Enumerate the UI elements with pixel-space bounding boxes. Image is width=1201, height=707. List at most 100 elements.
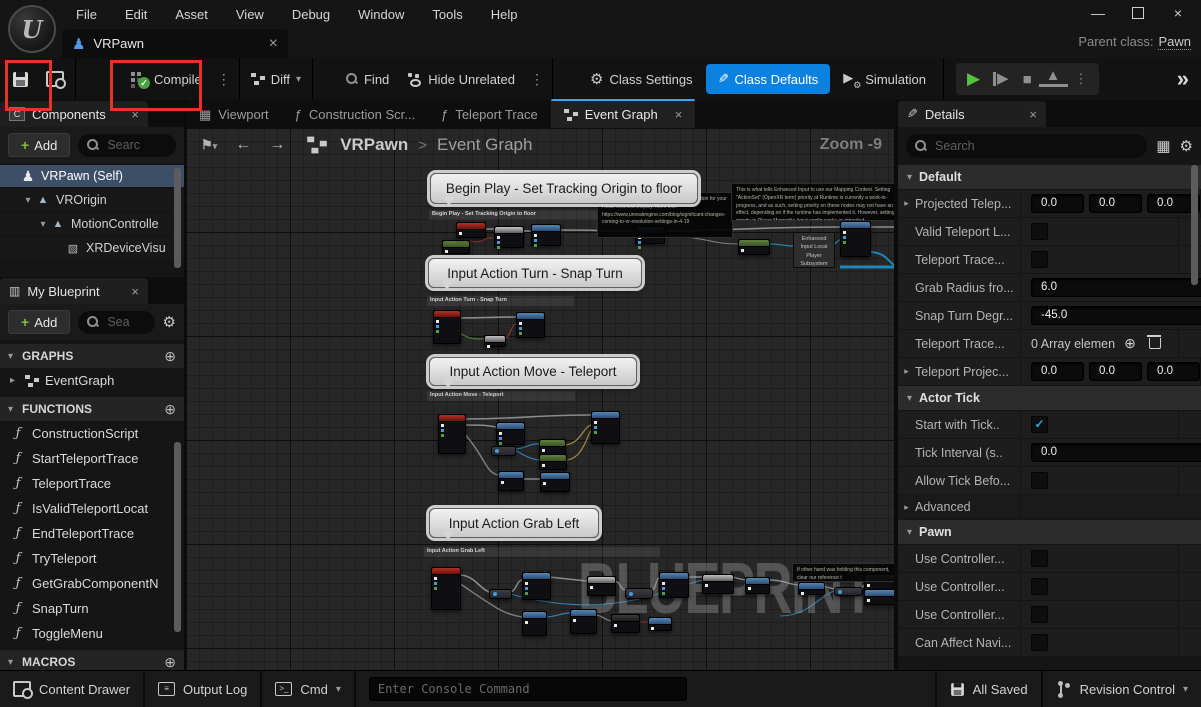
simulation-button[interactable]: Simulation [834, 58, 935, 100]
expand-caret-icon[interactable]: ▸ [898, 502, 915, 513]
add-new-icon[interactable]: ⊕ [164, 654, 176, 671]
property-checkbox[interactable] [1031, 606, 1048, 623]
graph-node[interactable] [625, 588, 653, 599]
details-tab[interactable]: ✎ Details × [898, 101, 1046, 127]
vector-value-input[interactable]: 0.0 [1147, 362, 1200, 381]
components-search[interactable] [78, 134, 176, 157]
components-close-icon[interactable]: × [131, 107, 139, 122]
property-checkbox[interactable]: ✓ [1031, 416, 1048, 433]
tree-row-motioncontrolle[interactable]: ▾▲MotionControlle [0, 213, 184, 235]
details-settings-icon[interactable]: ⚙ [1180, 137, 1193, 155]
menu-window[interactable]: Window [346, 3, 416, 26]
graph-node[interactable] [433, 310, 461, 344]
section-caret-icon[interactable]: ▾ [907, 172, 912, 183]
graph-node[interactable] [484, 335, 506, 347]
property-value-input[interactable]: -45.0 [1031, 306, 1201, 325]
graph-node[interactable] [489, 589, 512, 599]
section-caret-icon[interactable]: ▾ [8, 404, 22, 415]
vector-value-input[interactable]: 0.0 [1031, 362, 1084, 381]
expand-caret-icon[interactable]: ▾ [36, 219, 50, 230]
graph-node[interactable] [494, 226, 524, 248]
stop-button[interactable]: ■ [1016, 71, 1039, 88]
graph-node[interactable] [442, 240, 470, 254]
comment-bubble[interactable]: Input Action Turn - Snap Turn [428, 258, 642, 288]
bp-item-getgrabcomponentn[interactable]: ƒGetGrabComponentN [0, 571, 184, 596]
find-button[interactable]: Find [337, 58, 398, 100]
details-search-input[interactable] [933, 138, 1138, 154]
graph-node[interactable] [570, 609, 597, 634]
graph-node[interactable] [798, 582, 825, 595]
bp-section-graphs[interactable]: ▾GRAPHS⊕ [0, 344, 184, 368]
comment-bubble[interactable]: Begin Play - Set Tracking Origin to floo… [430, 173, 698, 204]
bp-item-teleporttrace[interactable]: ƒTeleportTrace [0, 471, 184, 496]
property-checkbox[interactable] [1031, 251, 1048, 268]
property-value-input[interactable]: 0.0 [1031, 443, 1201, 462]
comment-header-strip[interactable]: Begin Play - Set Tracking Origin to floo… [429, 210, 623, 220]
comment-header-strip[interactable]: Input Action Grab Left [424, 547, 660, 557]
graph-node[interactable] [702, 574, 734, 594]
graph-node[interactable] [438, 414, 466, 454]
graph-tab-viewport[interactable]: ▦Viewport [186, 101, 282, 128]
comment-header-strip[interactable]: Input Action Turn - Snap Turn [427, 296, 574, 306]
my-blueprint-tab[interactable]: ▥ My Blueprint × [0, 278, 148, 304]
vector-value-input[interactable]: 0.0 [1089, 194, 1142, 213]
graph-node[interactable] [648, 617, 672, 631]
menu-asset[interactable]: Asset [163, 3, 220, 26]
graph-node[interactable] [456, 222, 486, 238]
back-arrow-icon[interactable]: ← [228, 136, 258, 154]
section-caret-icon[interactable]: ▾ [8, 351, 22, 362]
details-scrollbar[interactable] [1191, 165, 1198, 285]
menu-tools[interactable]: Tools [420, 3, 474, 26]
add-new-icon[interactable]: ⊕ [164, 401, 176, 418]
graph-tab-teleport-trace[interactable]: ƒTeleport Trace [428, 101, 551, 128]
diff-button[interactable]: Diff▾ [242, 58, 310, 100]
details-close-icon[interactable]: × [1029, 107, 1037, 122]
graph-node[interactable] [539, 454, 567, 470]
property-checkbox[interactable] [1031, 578, 1048, 595]
components-search-input[interactable] [105, 137, 167, 153]
menu-debug[interactable]: Debug [280, 3, 342, 26]
graph-node[interactable] [491, 446, 516, 456]
details-section-default[interactable]: ▾Default [898, 165, 1201, 190]
graph-node[interactable] [498, 471, 524, 491]
my-blueprint-close-icon[interactable]: × [131, 284, 139, 299]
display-filter-icon[interactable]: ▦ [1156, 137, 1170, 155]
components-scrollbar[interactable] [174, 168, 181, 268]
breadcrumb-root[interactable]: VRPawn [340, 135, 408, 155]
bp-item-snapturn[interactable]: ƒSnapTurn [0, 596, 184, 621]
subsystem-node[interactable]: Enhanced Input Local Player Subsystem [793, 232, 835, 268]
expand-caret-icon[interactable]: ▸ [10, 375, 23, 386]
graph-node[interactable] [834, 587, 863, 596]
vector-value-input[interactable]: 0.0 [1031, 194, 1084, 213]
property-checkbox[interactable] [1031, 223, 1048, 240]
property-checkbox[interactable] [1031, 550, 1048, 567]
class-defaults-button[interactable]: ✎ Class Defaults [706, 64, 831, 94]
graph-node[interactable] [591, 411, 620, 444]
graph-node[interactable] [516, 312, 545, 338]
close-tab-icon[interactable]: × [675, 107, 683, 122]
save-button[interactable] [0, 58, 37, 100]
graph-node[interactable] [659, 572, 689, 598]
vector-value-input[interactable]: 0.0 [1089, 362, 1142, 381]
comment-bubble[interactable]: Input Action Grab Left [429, 508, 599, 538]
toolbar-overflow-chevron[interactable]: » [1177, 66, 1189, 92]
menu-view[interactable]: View [224, 3, 276, 26]
class-settings-button[interactable]: ⚙ Class Settings [581, 58, 702, 100]
graph-node[interactable] [431, 567, 461, 610]
bp-item-togglemenu[interactable]: ƒToggleMenu [0, 621, 184, 646]
section-caret-icon[interactable]: ▾ [8, 657, 22, 668]
section-caret-icon[interactable]: ▾ [907, 393, 912, 404]
play-options-kebab[interactable]: ⋮ [1068, 71, 1095, 87]
details-section-actor-tick[interactable]: ▾Actor Tick [898, 386, 1201, 411]
my-blueprint-search[interactable] [78, 311, 154, 334]
menu-file[interactable]: File [64, 3, 109, 26]
add-new-icon[interactable]: ⊕ [164, 348, 176, 365]
bp-item-eventgraph[interactable]: ▸EventGraph [0, 368, 184, 393]
property-checkbox[interactable] [1031, 634, 1048, 651]
graph-node[interactable] [522, 611, 547, 636]
expand-caret-icon[interactable]: ▸ [898, 366, 915, 377]
minimize-button[interactable]: — [1081, 0, 1115, 26]
graph-node[interactable] [496, 422, 525, 445]
section-caret-icon[interactable]: ▾ [907, 527, 912, 538]
forward-arrow-icon[interactable]: → [262, 136, 292, 154]
